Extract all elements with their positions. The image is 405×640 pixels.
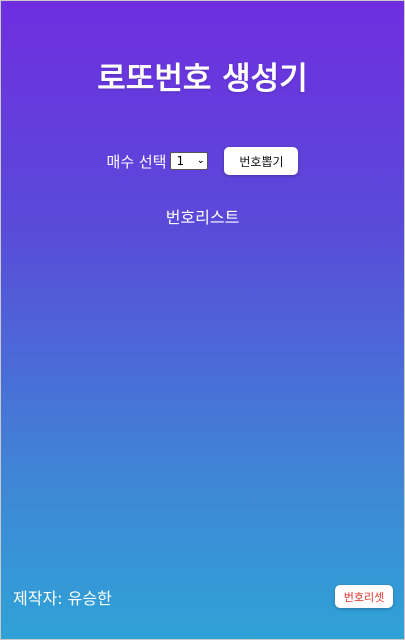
count-select[interactable]: 1 ⌄ xyxy=(170,152,209,170)
lotto-app: 로또번호 생성기 매수 선택 1 ⌄ 번호뽑기 번호리스트 제작자: 유승한 번… xyxy=(0,0,405,640)
draw-button[interactable]: 번호뽑기 xyxy=(224,147,299,175)
count-label: 매수 선택 xyxy=(106,152,167,171)
reset-button[interactable]: 번호리셋 xyxy=(335,585,393,608)
count-select-value: 1 xyxy=(176,154,185,168)
author-label: 제작자: 유승한 xyxy=(13,589,112,608)
chevron-down-icon: ⌄ xyxy=(196,156,205,166)
app-title: 로또번호 생성기 xyxy=(97,61,308,97)
controls-row: 매수 선택 1 ⌄ 번호뽑기 xyxy=(1,147,404,175)
number-list-title: 번호리스트 xyxy=(165,208,240,227)
